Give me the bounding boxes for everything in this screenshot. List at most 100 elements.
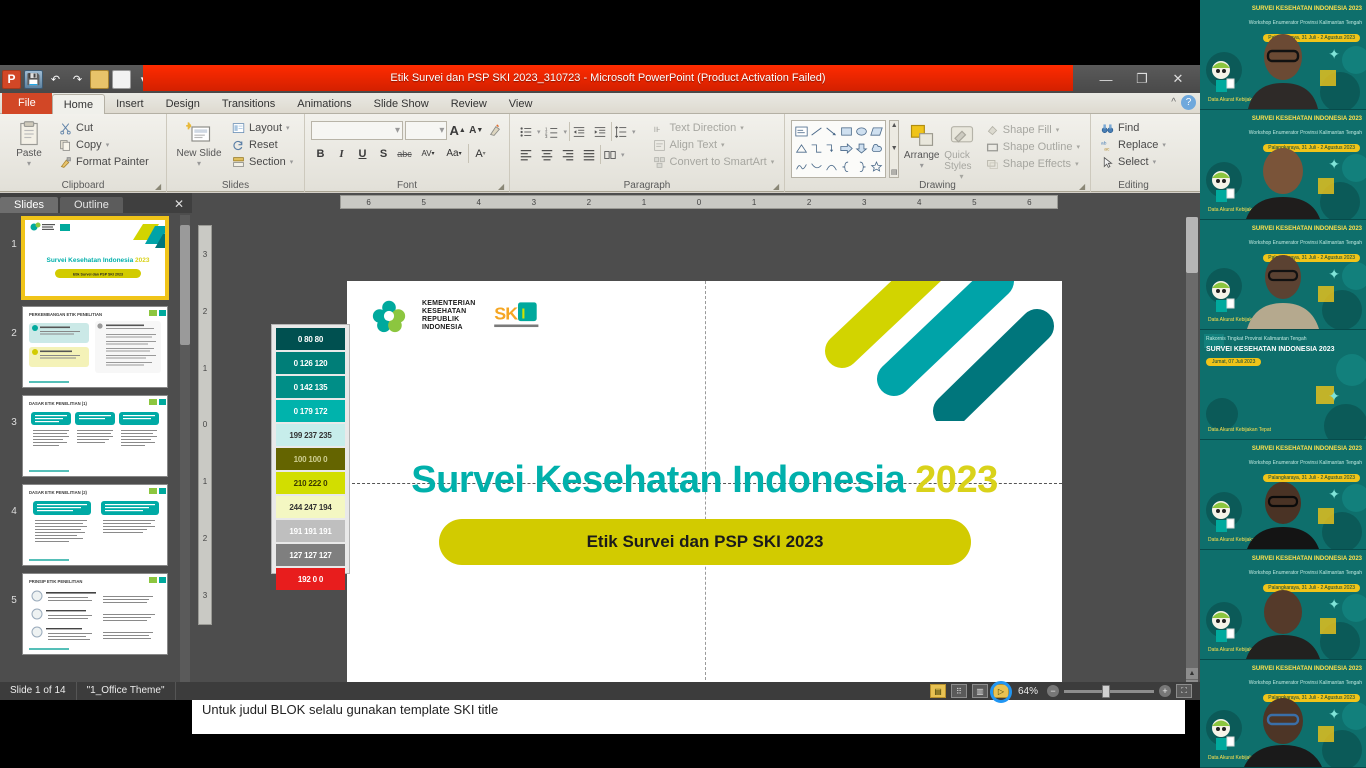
layout-button[interactable]: Layout ▾ bbox=[228, 120, 297, 136]
slide-title[interactable]: Survei Kesehatan Indonesia 2023 bbox=[347, 459, 1062, 502]
shape-star-icon[interactable] bbox=[869, 158, 883, 175]
slide-scrollbar[interactable] bbox=[1186, 217, 1198, 691]
color-swatch-4[interactable]: 199 237 235 bbox=[276, 424, 345, 446]
tab-home[interactable]: Home bbox=[52, 94, 105, 115]
shape-fill-button[interactable]: Shape Fill▾ bbox=[982, 122, 1084, 138]
shape-arc-icon[interactable] bbox=[824, 158, 838, 175]
tab-view[interactable]: View bbox=[498, 94, 544, 114]
copy-button[interactable]: Copy ▾ bbox=[55, 137, 153, 153]
line-spacing-dropdown-icon[interactable]: ▾ bbox=[632, 128, 636, 136]
underline-button[interactable]: U bbox=[353, 144, 372, 163]
shape-triangle-icon[interactable] bbox=[794, 141, 808, 158]
shape-down-arrow-icon[interactable] bbox=[854, 141, 868, 158]
new-icon[interactable] bbox=[112, 70, 131, 89]
shapes-gallery[interactable] bbox=[791, 120, 886, 178]
color-swatch-3[interactable]: 0 179 172 bbox=[276, 400, 345, 422]
section-button[interactable]: Section ▾ bbox=[228, 154, 297, 170]
slide-canvas[interactable]: KEMENTERIAN KESEHATAN REPUBLIK INDONESIA… bbox=[347, 281, 1062, 685]
shape-oval-icon[interactable] bbox=[854, 123, 868, 140]
zoom-in-button[interactable]: + bbox=[1159, 685, 1171, 697]
clipboard-dialog-launcher[interactable]: ◢ bbox=[155, 182, 163, 190]
slide-thumbnail-2[interactable]: PERKEMBANGAN ETIK PENELITIAN bbox=[22, 306, 168, 388]
shape-left-brace-icon[interactable] bbox=[839, 158, 853, 175]
shape-right-arrow-icon[interactable] bbox=[839, 141, 853, 158]
shape-parallelogram-icon[interactable] bbox=[869, 123, 883, 140]
notes-pane[interactable]: Untuk judul BLOK selalu gunakan template… bbox=[192, 696, 1185, 734]
list-item[interactable]: 1 bbox=[6, 217, 178, 299]
video-tile[interactable]: Rakornis Tingkat Provinsi Kalimantan Ten… bbox=[1200, 330, 1366, 440]
paragraph-dialog-launcher[interactable]: ◢ bbox=[773, 182, 781, 190]
strikethrough-button[interactable]: abc bbox=[395, 144, 414, 163]
align-right-icon[interactable] bbox=[558, 145, 577, 164]
shapes-more-icon[interactable]: ▤ bbox=[891, 168, 898, 176]
video-tile[interactable]: SURVEI KESEHATAN INDONESIA 2023 Workshop… bbox=[1200, 110, 1366, 220]
slide-thumbnail-3[interactable]: DASAR ETIK PENELITIAN (1) bbox=[22, 395, 168, 477]
shape-curve-icon[interactable] bbox=[809, 158, 823, 175]
change-case-button[interactable]: Aa▾ bbox=[442, 144, 466, 163]
slides-panel-scrollbar[interactable] bbox=[180, 215, 190, 698]
list-item[interactable]: 5 PRINSIP ETIK PENELITIAN bbox=[6, 573, 178, 655]
font-size-combo[interactable]: ▾ bbox=[405, 121, 447, 140]
select-button[interactable]: Select▾ bbox=[1097, 154, 1170, 170]
undo-icon[interactable]: ↶ bbox=[46, 70, 65, 89]
tab-outline[interactable]: Outline bbox=[60, 197, 123, 213]
color-swatch-9[interactable]: 127 127 127 bbox=[276, 544, 345, 566]
zoom-slider-knob[interactable] bbox=[1102, 685, 1110, 698]
font-color-button[interactable]: A▾ bbox=[468, 144, 492, 163]
minimize-button[interactable]: — bbox=[1088, 67, 1124, 91]
zoom-slider[interactable] bbox=[1064, 690, 1154, 693]
shape-elbow-connector-icon[interactable] bbox=[809, 141, 823, 158]
color-swatch-2[interactable]: 0 142 135 bbox=[276, 376, 345, 398]
chevron-down-icon[interactable]: ▾ bbox=[286, 124, 290, 132]
scroll-down-icon[interactable]: ▼ bbox=[891, 145, 898, 152]
slides-panel-tabs[interactable]: Slides Outline ✕ bbox=[0, 193, 192, 213]
bold-button[interactable]: B bbox=[311, 144, 330, 163]
shrink-font-button[interactable]: A▼ bbox=[468, 121, 485, 140]
tab-slides[interactable]: Slides bbox=[0, 197, 58, 213]
clear-formatting-icon[interactable] bbox=[486, 121, 503, 140]
quick-styles-button[interactable]: Quick Styles ▾ bbox=[944, 120, 978, 181]
normal-view-icon[interactable]: ▤ bbox=[930, 684, 946, 698]
grow-font-button[interactable]: A▲ bbox=[449, 121, 466, 140]
italic-button[interactable]: I bbox=[332, 144, 351, 163]
columns-dropdown-icon[interactable]: ▾ bbox=[621, 151, 625, 159]
scroll-up-icon[interactable]: ▲ bbox=[891, 122, 898, 129]
font-family-combo[interactable]: ▾ bbox=[311, 121, 403, 140]
numbering-dropdown-icon[interactable]: ▾ bbox=[564, 128, 568, 136]
find-button[interactable]: Find bbox=[1097, 120, 1170, 136]
help-icon[interactable]: ? bbox=[1181, 95, 1196, 110]
format-painter-button[interactable]: Format Painter bbox=[55, 154, 153, 170]
shape-scribble-icon[interactable] bbox=[794, 158, 808, 175]
color-swatch-8[interactable]: 191 191 191 bbox=[276, 520, 345, 542]
slide-subtitle-pill[interactable]: Etik Survei dan PSP SKI 2023 bbox=[439, 519, 971, 565]
align-center-icon[interactable] bbox=[537, 145, 556, 164]
color-swatch-10[interactable]: 192 0 0 bbox=[276, 568, 345, 590]
video-tile[interactable]: SURVEI KESEHATAN INDONESIA 2023 Workshop… bbox=[1200, 0, 1366, 110]
minimize-ribbon-icon[interactable]: ^ bbox=[1171, 97, 1176, 108]
list-item[interactable]: 2 PERKEMBANGAN ETIK PENELITIAN bbox=[6, 306, 178, 388]
scrollbar-thumb[interactable] bbox=[180, 225, 190, 345]
window-controls[interactable]: — ❐ ✕ bbox=[1088, 67, 1196, 91]
zoom-out-button[interactable]: − bbox=[1047, 685, 1059, 697]
color-swatch-6[interactable]: 210 222 0 bbox=[276, 472, 345, 494]
shape-cloud-icon[interactable] bbox=[869, 141, 883, 158]
new-slide-dropdown-icon[interactable]: ▾ bbox=[197, 159, 201, 168]
list-item[interactable]: 4 DASAR ETIK PENELITIAN (2) bbox=[6, 484, 178, 566]
line-spacing-icon[interactable] bbox=[611, 122, 630, 141]
chevron-down-icon[interactable]: ▾ bbox=[106, 141, 110, 149]
shapes-gallery-scroll[interactable]: ▲ ▼ ▤ bbox=[889, 120, 899, 178]
shape-effects-button[interactable]: Shape Effects▾ bbox=[982, 156, 1084, 172]
arrange-dropdown-icon[interactable]: ▾ bbox=[920, 161, 924, 170]
text-direction-button[interactable]: ⊪ Text Direction ▾ bbox=[649, 120, 779, 136]
color-swatch-0[interactable]: 0 80 80 bbox=[276, 328, 345, 350]
powerpoint-logo-icon[interactable]: P bbox=[2, 70, 21, 89]
shape-elbow-arrow-icon[interactable] bbox=[824, 141, 838, 158]
open-icon[interactable] bbox=[90, 70, 109, 89]
justify-icon[interactable] bbox=[579, 145, 598, 164]
quick-access-toolbar[interactable]: P 💾 ↶ ↷ ▾ bbox=[2, 67, 153, 91]
video-tile[interactable]: SURVEI KESEHATAN INDONESIA 2023 Workshop… bbox=[1200, 660, 1366, 768]
columns-icon[interactable] bbox=[600, 145, 619, 164]
video-participants-strip[interactable]: SURVEI KESEHATAN INDONESIA 2023 Workshop… bbox=[1200, 0, 1366, 768]
video-tile[interactable]: SURVEI KESEHATAN INDONESIA 2023 Workshop… bbox=[1200, 440, 1366, 550]
character-spacing-button[interactable]: AV▾ bbox=[416, 144, 440, 163]
